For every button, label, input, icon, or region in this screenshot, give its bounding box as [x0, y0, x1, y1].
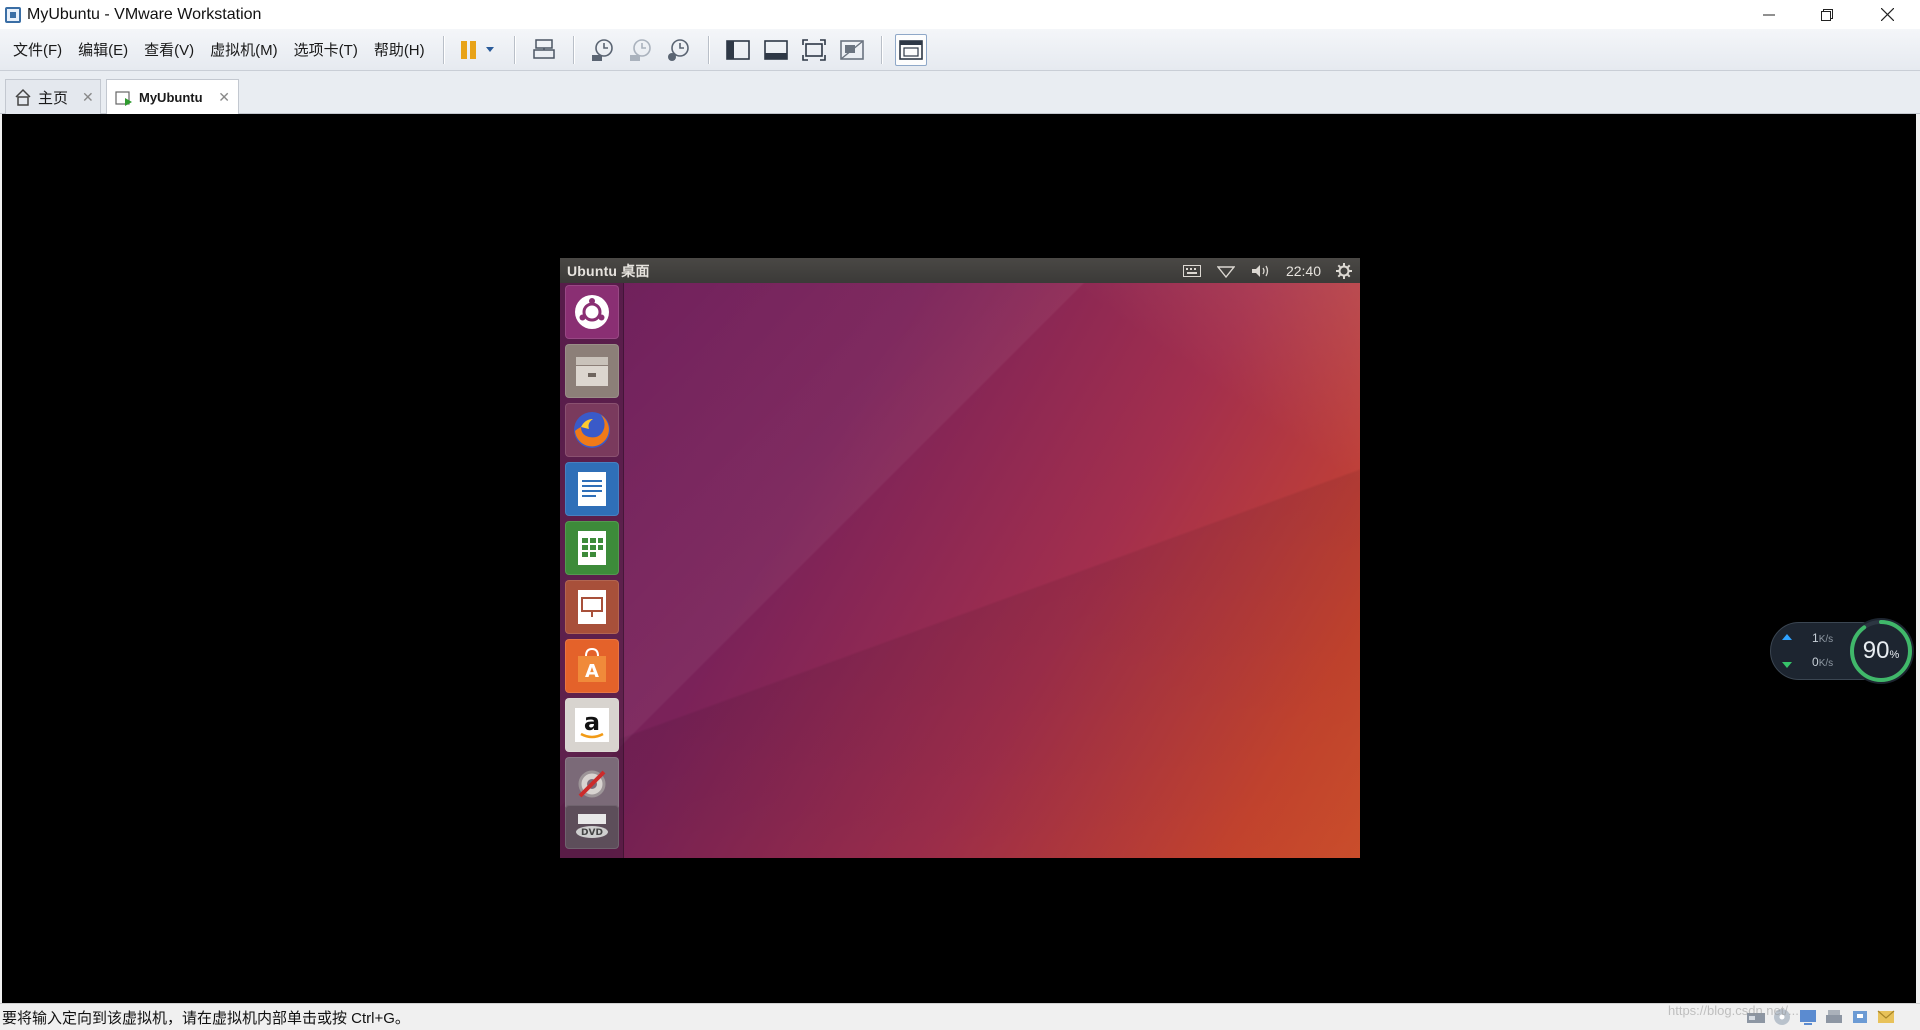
snapshot-take-icon	[591, 38, 613, 61]
menu-tabs[interactable]: 选项卡(T)	[286, 29, 366, 71]
close-icon	[1880, 8, 1894, 21]
tab-strip: 主页 ✕ MyUbuntu ✕	[0, 71, 1920, 115]
gear-icon[interactable]	[1336, 262, 1352, 279]
writer-icon[interactable]	[565, 462, 619, 516]
ubuntu-top-panel: Ubuntu 桌面 22:40	[560, 258, 1360, 283]
toolbar-separator	[513, 35, 515, 64]
tab-myubuntu[interactable]: MyUbuntu ✕	[106, 79, 239, 115]
dvd-icon[interactable]: DVD	[565, 805, 619, 849]
thumbnail-bar-icon	[763, 39, 788, 60]
volume-icon[interactable]	[1251, 264, 1271, 278]
printer-status-icon[interactable]	[1824, 1008, 1844, 1026]
console-view-button[interactable]	[894, 33, 927, 66]
download-value: 0	[1812, 655, 1819, 669]
calc-icon[interactable]	[565, 521, 619, 575]
console-view-icon	[898, 39, 923, 60]
upload-rate: 1K/s	[1812, 631, 1833, 645]
wifi-icon[interactable]	[1216, 264, 1235, 278]
impress-icon[interactable]	[565, 580, 619, 634]
net-speed-widget[interactable]: 1K/s 0K/s 90%	[1770, 618, 1920, 706]
menu-file[interactable]: 文件(F)	[5, 29, 70, 71]
menu-help[interactable]: 帮助(H)	[366, 29, 433, 71]
show-thumbnail-bar-button[interactable]	[760, 34, 792, 66]
vm-icon	[115, 89, 133, 107]
menu-vm[interactable]: 虚拟机(M)	[202, 29, 286, 71]
upload-unit: K/s	[1818, 634, 1834, 645]
snapshot-revert-icon	[629, 38, 651, 61]
minimize-icon	[1763, 14, 1775, 15]
messages-status-icon[interactable]	[1876, 1008, 1896, 1026]
send-ctrl-alt-del-button[interactable]	[528, 34, 560, 66]
usb-status-icon[interactable]	[1850, 1008, 1870, 1026]
software-center-icon[interactable]: A	[565, 639, 619, 693]
menu-view[interactable]: 查看(V)	[136, 29, 202, 71]
close-button[interactable]	[1858, 0, 1916, 29]
tab-myubuntu-label: MyUbuntu	[139, 90, 203, 105]
toolbar-separator	[880, 35, 882, 64]
guest-screen[interactable]: Ubuntu 桌面 22:40 A a DVD	[560, 258, 1360, 858]
library-view-icon	[725, 39, 750, 60]
memory-percent-sign: %	[1889, 649, 1900, 661]
send-keys-icon	[532, 38, 555, 59]
status-hint: 要将输入定向到该虚拟机，请在虚拟机内部单击或按 Ctrl+G。	[2, 1009, 410, 1027]
snapshot-take-button[interactable]	[587, 34, 619, 66]
menu-edit[interactable]: 编辑(E)	[70, 29, 136, 71]
snapshot-revert-button[interactable]	[625, 34, 657, 66]
keyboard-icon[interactable]	[1182, 264, 1201, 277]
memory-percent-value: 90	[1862, 637, 1890, 664]
svg-text:DVD: DVD	[581, 828, 603, 838]
memory-percent: 90%	[1846, 616, 1916, 686]
upload-value: 1	[1812, 631, 1819, 645]
dash-home-icon[interactable]	[565, 285, 619, 339]
ubuntu-clock[interactable]: 22:40	[1286, 263, 1321, 279]
minimize-button[interactable]	[1740, 0, 1798, 29]
status-bar: 要将输入定向到该虚拟机，请在虚拟机内部单击或按 Ctrl+G。	[0, 1003, 1920, 1030]
unity-mode-button[interactable]	[836, 34, 868, 66]
pause-icon	[460, 40, 494, 59]
show-library-button[interactable]	[722, 34, 754, 66]
vmware-app-icon	[5, 6, 21, 23]
unity-icon	[839, 39, 864, 60]
tab-home[interactable]: 主页 ✕	[5, 79, 101, 114]
ubuntu-panel-title: Ubuntu 桌面	[567, 262, 650, 279]
home-icon	[14, 88, 32, 106]
files-icon[interactable]	[565, 344, 619, 398]
window-titlebar: MyUbuntu - VMware Workstation	[0, 0, 1920, 29]
download-rate: 0K/s	[1812, 655, 1833, 669]
full-screen-icon	[801, 38, 826, 61]
ubuntu-launcher: A a DVD	[560, 283, 624, 858]
full-screen-button[interactable]	[798, 34, 830, 66]
toolbar-separator	[572, 35, 574, 64]
wallpaper-glow	[560, 283, 1360, 858]
suspend-dropdown-button[interactable]	[457, 34, 501, 66]
menu-toolbar: 文件(F) 编辑(E) 查看(V) 虚拟机(M) 选项卡(T) 帮助(H)	[0, 29, 1920, 71]
snapshot-manager-icon	[667, 38, 689, 61]
amazon-icon[interactable]: a	[565, 698, 619, 752]
window-title: MyUbuntu - VMware Workstation	[27, 5, 262, 23]
restore-button[interactable]	[1798, 0, 1856, 29]
tab-myubuntu-close-icon[interactable]: ✕	[204, 89, 230, 106]
system-settings-icon[interactable]	[565, 757, 619, 811]
snapshot-manager-button[interactable]	[663, 34, 695, 66]
download-unit: K/s	[1818, 658, 1834, 669]
network-status-icon[interactable]	[1798, 1008, 1818, 1026]
svg-text:a: a	[584, 708, 600, 736]
restore-icon	[1821, 8, 1833, 21]
tab-home-close-icon[interactable]: ✕	[68, 89, 94, 106]
download-arrow-icon	[1782, 662, 1792, 668]
toolbar-separator	[442, 35, 444, 64]
svg-text:A: A	[585, 661, 599, 682]
upload-arrow-icon	[1782, 634, 1792, 640]
toolbar-separator	[707, 35, 709, 64]
watermark-text: https://blog.csdn.net/...	[1668, 1003, 1799, 1018]
tab-home-label: 主页	[38, 89, 69, 107]
firefox-icon[interactable]	[565, 403, 619, 457]
